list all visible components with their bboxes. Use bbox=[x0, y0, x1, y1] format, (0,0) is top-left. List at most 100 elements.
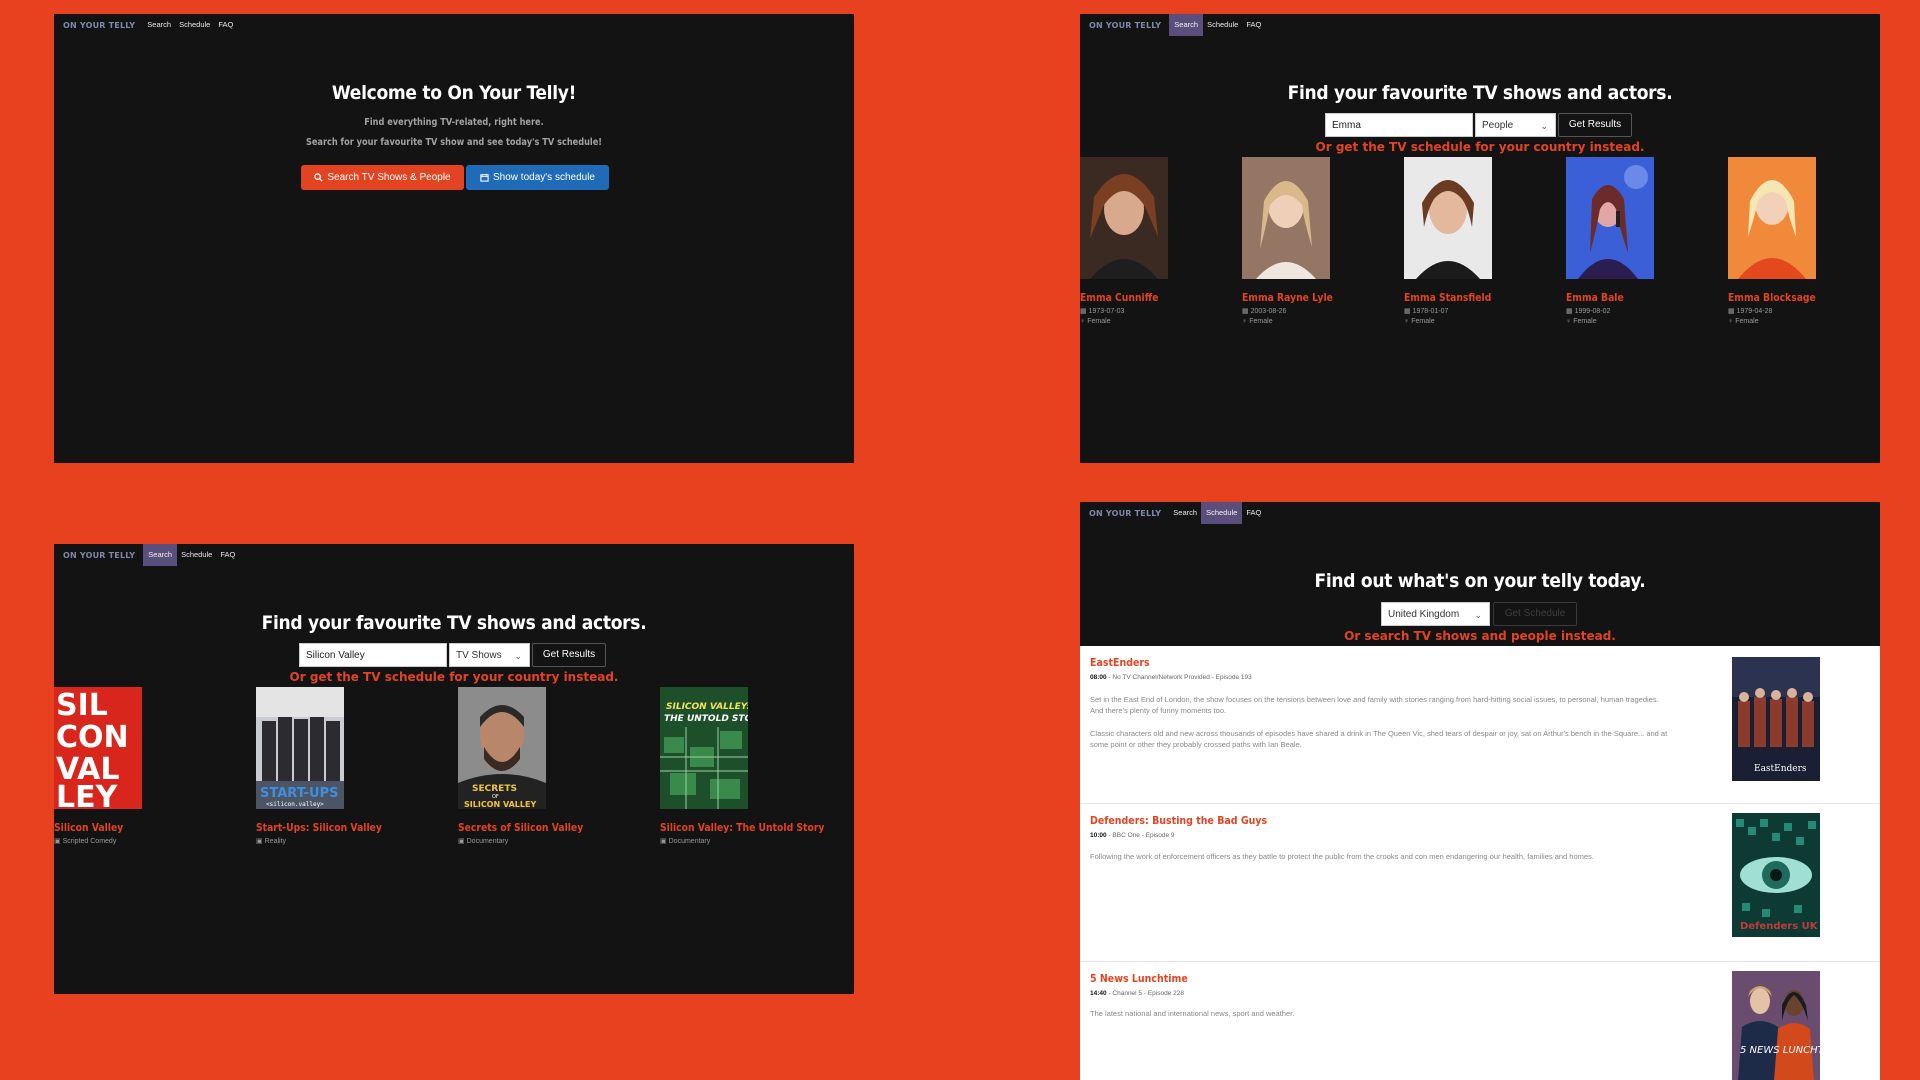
person-name: Emma Stansfield bbox=[1404, 292, 1492, 304]
nav-schedule[interactable]: Schedule bbox=[177, 544, 216, 566]
poster-text: Defenders UK bbox=[1740, 921, 1819, 932]
nav-faq[interactable]: FAQ bbox=[216, 544, 239, 566]
person-card[interactable]: Emma Cunniffe ▦ 1973-07-03 ♀ Female bbox=[1080, 157, 1230, 325]
page-title: Find your favourite TV shows and actors. bbox=[1287, 82, 1673, 104]
show-schedule-button[interactable]: Show today's schedule bbox=[466, 165, 609, 190]
nav-schedule[interactable]: Schedule bbox=[1203, 14, 1242, 36]
dob-value: 1973-07-03 bbox=[1088, 307, 1125, 315]
show-poster: START-UPS<silicon.valley> bbox=[256, 687, 344, 809]
page-title: Find your favourite TV shows and actors. bbox=[261, 612, 647, 634]
search-type-select[interactable]: People ⌄ bbox=[1475, 113, 1556, 137]
show-poster: Defenders UK bbox=[1732, 813, 1820, 937]
show-genre: ▣ Scripted Comedy bbox=[54, 837, 204, 846]
brand-logo[interactable]: ON YOUR TELLY bbox=[1089, 21, 1161, 30]
show-meta: 08:00 - No TV Channel/Network Provided -… bbox=[1090, 674, 1252, 681]
get-results-button[interactable]: Get Results bbox=[1558, 113, 1632, 137]
show-title[interactable]: 5 News Lunchtime bbox=[1090, 972, 1188, 985]
show-meta: 10:00 - BBC One - Episode 9 bbox=[1090, 832, 1175, 839]
show-name: Start-Ups: Silicon Valley bbox=[256, 822, 382, 834]
person-card[interactable]: Emma Rayne Lyle ▦ 2003-08-26 ♀ Female bbox=[1242, 157, 1392, 325]
gender-value: Female bbox=[1087, 318, 1111, 325]
get-schedule-button[interactable]: Get Schedule bbox=[1493, 602, 1577, 626]
person-name: Emma Bale bbox=[1566, 292, 1624, 304]
gender-value: Female bbox=[1249, 318, 1273, 325]
search-link[interactable]: Or search TV shows and people instead. bbox=[1080, 629, 1880, 643]
navbar: ON YOUR TELLY Search Schedule FAQ bbox=[1080, 14, 1880, 36]
nav-schedule[interactable]: Schedule bbox=[1201, 502, 1243, 524]
nav-search[interactable]: Search bbox=[143, 14, 175, 36]
search-shows-people-button[interactable]: Search TV Shows & People bbox=[301, 165, 464, 190]
show-poster: SILICON VALLEY: THE UNTOLD STORY bbox=[660, 687, 766, 809]
schedule-item[interactable]: Defenders: Busting the Bad Guys 10:00 - … bbox=[1080, 804, 1880, 962]
person-card[interactable]: Emma Blocksage ▦ 1979-04-28 ♀ Female bbox=[1728, 157, 1878, 325]
subtitle-2: Search for your favourite TV show and se… bbox=[305, 137, 603, 148]
person-dob: ▦ 1978-01-07 bbox=[1404, 307, 1554, 316]
gender-value: Female bbox=[1573, 318, 1597, 325]
show-title[interactable]: Defenders: Busting the Bad Guys bbox=[1090, 814, 1267, 827]
genre-value: Reality bbox=[264, 837, 287, 845]
show-description: Following the work of enforcement office… bbox=[1090, 852, 1594, 861]
schedule-item[interactable]: EastEnders 08:00 - No TV Channel/Network… bbox=[1080, 646, 1880, 804]
calendar-icon: ▦ bbox=[1404, 308, 1411, 315]
female-icon: ♀ bbox=[1728, 318, 1734, 325]
country-value: United Kingdom bbox=[1388, 609, 1460, 620]
schedule-link[interactable]: Or get the TV schedule for your country … bbox=[54, 670, 854, 684]
nav-search[interactable]: Search bbox=[1169, 14, 1204, 36]
person-photo bbox=[1404, 157, 1492, 279]
search-input[interactable]: Silicon Valley bbox=[299, 643, 447, 667]
search-type-select[interactable]: TV Shows ⌄ bbox=[449, 643, 530, 667]
brand-logo[interactable]: ON YOUR TELLY bbox=[63, 21, 135, 30]
nav-faq[interactable]: FAQ bbox=[1242, 14, 1265, 36]
airtime: 14:40 bbox=[1090, 990, 1107, 997]
calendar-icon: ▦ bbox=[1242, 308, 1249, 315]
show-name: Silicon Valley bbox=[54, 822, 124, 834]
page-title: Find out what's on your telly today. bbox=[1314, 570, 1646, 592]
brand-logo[interactable]: ON YOUR TELLY bbox=[63, 551, 135, 560]
chevron-down-icon: ⌄ bbox=[1540, 121, 1548, 131]
show-description: Set in the East End of London, the show … bbox=[1090, 695, 1659, 715]
nav-faq[interactable]: FAQ bbox=[214, 14, 237, 36]
nav-search[interactable]: Search bbox=[1169, 502, 1201, 524]
dob-value: 1979-04-28 bbox=[1736, 307, 1773, 315]
country-select[interactable]: United Kingdom ⌄ bbox=[1381, 602, 1490, 626]
svg-text:LEY: LEY bbox=[56, 780, 119, 809]
shows-search-panel: ON YOUR TELLY Search Schedule FAQ Find y… bbox=[54, 544, 854, 994]
film-icon: ▣ bbox=[660, 838, 667, 845]
show-title[interactable]: EastEnders bbox=[1090, 656, 1150, 669]
female-icon: ♀ bbox=[1080, 318, 1086, 325]
nav-search[interactable]: Search bbox=[143, 544, 178, 566]
show-name: Secrets of Silicon Valley bbox=[458, 822, 584, 834]
show-card[interactable]: SIL CON VAL LEY Silicon Valley ▣ Scripted Co… bbox=[54, 687, 204, 845]
show-card[interactable]: START-UPS <silicon.valley> Start-Ups: Sil… bbox=[256, 687, 406, 845]
schedule-link[interactable]: Or get the TV schedule for your country … bbox=[1080, 140, 1880, 154]
person-card[interactable]: Emma Bale ▦ 1999-08-02 ♀ Female bbox=[1566, 157, 1716, 325]
navbar: ON YOUR TELLY Search Schedule FAQ bbox=[1080, 502, 1880, 524]
show-card[interactable]: SILICON VALLEY: THE UNTOLD STORY Silicon … bbox=[660, 687, 824, 845]
person-dob: ▦ 1979-04-28 bbox=[1728, 307, 1878, 316]
person-card[interactable]: Emma Stansfield ▦ 1978-01-07 ♀ Female bbox=[1404, 157, 1554, 325]
chevron-down-icon: ⌄ bbox=[514, 651, 522, 661]
show-poster: EastEnders bbox=[1732, 657, 1820, 781]
female-icon: ♀ bbox=[1404, 318, 1410, 325]
nav-faq[interactable]: FAQ bbox=[1242, 502, 1265, 524]
svg-text:CON: CON bbox=[56, 720, 129, 755]
person-dob: ▦ 1999-08-02 bbox=[1566, 307, 1716, 316]
get-results-button[interactable]: Get Results bbox=[532, 643, 606, 667]
show-poster: SILCONVALLEY bbox=[54, 687, 142, 815]
schedule-item[interactable]: 5 News Lunchtime 14:40 - Channel 5 - Epi… bbox=[1080, 962, 1880, 1080]
navbar: ON YOUR TELLY Search Schedule FAQ bbox=[54, 14, 854, 36]
search-input[interactable]: Emma bbox=[1325, 113, 1473, 137]
svg-text:THE UNTOLD STORY: THE UNTOLD STORY bbox=[664, 714, 748, 724]
gender-value: Female bbox=[1735, 318, 1759, 325]
genre-value: Documentary bbox=[668, 837, 711, 845]
person-dob: ▦ 1973-07-03 bbox=[1080, 307, 1230, 316]
show-poster: 5 NEWS LUNCHTIME bbox=[1732, 971, 1820, 1080]
brand-logo[interactable]: ON YOUR TELLY bbox=[1089, 509, 1161, 518]
search-icon bbox=[314, 173, 323, 182]
calendar-icon bbox=[480, 173, 489, 182]
nav-schedule[interactable]: Schedule bbox=[175, 14, 214, 36]
calendar-icon: ▦ bbox=[1566, 308, 1573, 315]
person-gender: ♀ Female bbox=[1242, 318, 1392, 325]
show-card[interactable]: SECRETS OF SILICON VALLEY Secrets of Silic… bbox=[458, 687, 608, 845]
chevron-down-icon: ⌄ bbox=[1474, 610, 1482, 620]
